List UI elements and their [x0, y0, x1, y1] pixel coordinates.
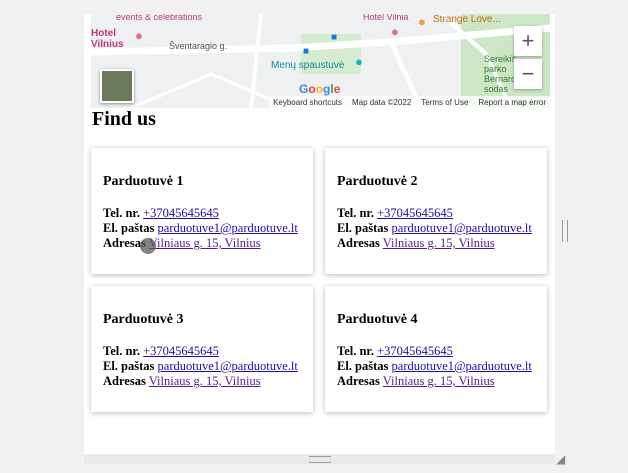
address-label: Adresas — [337, 374, 380, 388]
terms-of-use-link[interactable]: Terms of Use — [421, 98, 468, 107]
zoom-in-button[interactable]: + — [514, 26, 542, 56]
address-link[interactable]: Vilniaus g. 15, Vilnius — [149, 236, 261, 250]
keyboard-shortcuts-link[interactable]: Keyboard shortcuts — [273, 98, 342, 107]
hotel-pin-icon: ● — [135, 28, 143, 43]
tel-label: Tel. nr. — [103, 206, 140, 220]
map-data-text: Map data ©2022 — [352, 97, 412, 107]
phone-link[interactable]: +37045645645 — [143, 206, 219, 220]
email-link[interactable]: parduotuve1@parduotuve.lt — [158, 221, 298, 235]
address-link[interactable]: Vilniaus g. 15, Vilnius — [383, 374, 495, 388]
strange-love-pin-icon: ● — [418, 14, 426, 29]
google-logo: Google — [299, 82, 341, 96]
tel-label: Tel. nr. — [337, 344, 374, 358]
phone-link[interactable]: +37045645645 — [143, 344, 219, 358]
page-content: events & celebrations ● Hotel Vilnius Šv… — [84, 14, 555, 454]
email-label: El. paštas — [337, 221, 389, 235]
map-label-menu-spaustuve: Menų spaustuvė — [271, 60, 345, 71]
mouse-cursor-icon — [140, 238, 156, 254]
page-title: Find us — [92, 108, 156, 130]
store-card: Parduotuvė 4 Tel. nr. +37045645645 El. p… — [325, 286, 547, 412]
address-link[interactable]: Vilniaus g. 15, Vilnius — [149, 374, 261, 388]
vertical-resize-handle-icon[interactable] — [562, 220, 568, 242]
map-label-street: Šventaragio g. — [169, 41, 228, 51]
phone-link[interactable]: +37045645645 — [377, 206, 453, 220]
address-link[interactable]: Vilniaus g. 15, Vilnius — [383, 236, 495, 250]
email-label: El. paštas — [103, 359, 155, 373]
store-name: Parduotuvė 4 — [337, 312, 418, 327]
horizontal-resize-handle-icon[interactable] — [309, 456, 331, 463]
menu-spaustuve-pin-icon: ● — [355, 54, 363, 69]
store-name: Parduotuvė 1 — [103, 174, 184, 189]
map-label-hotel-right: Hotel Vilnia — [363, 14, 409, 22]
resize-corner-icon[interactable]: ◢ — [556, 452, 565, 466]
email-link[interactable]: parduotuve1@parduotuve.lt — [392, 221, 532, 235]
address-label: Adresas — [337, 236, 380, 250]
map-footer: Keyboard shortcuts Map data ©2022 Terms … — [269, 96, 550, 108]
street-view-thumbnail[interactable] — [100, 69, 134, 103]
bus-stop-icon: ■ — [303, 46, 310, 57]
email-label: El. paštas — [103, 221, 155, 235]
tel-label: Tel. nr. — [103, 344, 140, 358]
email-link[interactable]: parduotuve1@parduotuve.lt — [392, 359, 532, 373]
embedded-map[interactable]: events & celebrations ● Hotel Vilnius Šv… — [91, 14, 550, 108]
address-label: Adresas — [103, 374, 146, 388]
store-name: Parduotuvė 2 — [337, 174, 418, 189]
store-name: Parduotuvė 3 — [103, 312, 184, 327]
map-label-events: events & celebrations — [116, 14, 203, 22]
tel-label: Tel. nr. — [337, 206, 374, 220]
map-label-strange-love: Strange Love... — [433, 14, 501, 25]
store-card: Parduotuvė 3 Tel. nr. +37045645645 El. p… — [91, 286, 313, 412]
map-label-hotel-left: Hotel Vilnius — [91, 28, 124, 50]
store-card: Parduotuvė 1 Tel. nr. +37045645645 El. p… — [91, 148, 313, 274]
store-card: Parduotuvė 2 Tel. nr. +37045645645 El. p… — [325, 148, 547, 274]
report-map-error-link[interactable]: Report a map error — [478, 98, 546, 107]
phone-link[interactable]: +37045645645 — [377, 344, 453, 358]
email-label: El. paštas — [337, 359, 389, 373]
zoom-out-button[interactable]: − — [514, 59, 542, 89]
bus-stop-icon: ■ — [331, 32, 338, 43]
email-link[interactable]: parduotuve1@parduotuve.lt — [158, 359, 298, 373]
hotel-icon: ● — [391, 24, 399, 39]
